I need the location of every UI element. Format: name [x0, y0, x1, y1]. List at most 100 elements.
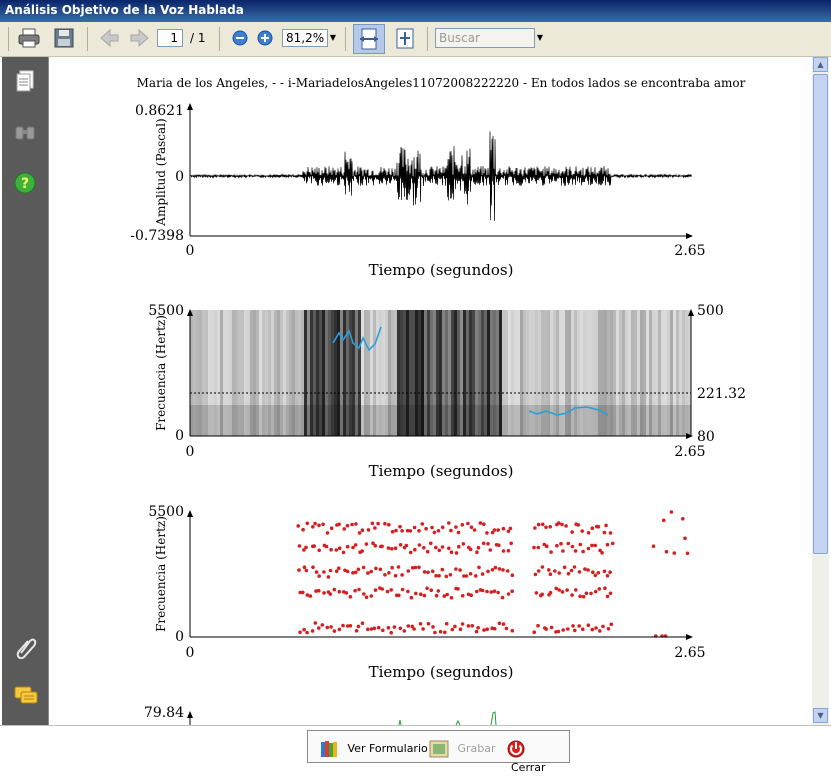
formant-point: [398, 626, 403, 631]
formant-point: [317, 548, 322, 553]
formant-point: [449, 596, 454, 600]
cerrar-button[interactable]: Cerrar: [505, 739, 569, 774]
formant-point: [576, 523, 580, 527]
y-tick-mid: 0: [175, 169, 184, 185]
formant-point: [376, 521, 380, 526]
zoom-level-input[interactable]: 81,2%: [282, 29, 328, 47]
formants-panel: 5500 0 0 2.65 Tiempo (segundos) Frecuenc…: [148, 504, 705, 681]
formant-point: [301, 590, 305, 595]
formant-point: [302, 627, 306, 632]
formant-point: [536, 522, 541, 527]
comments-button[interactable]: [13, 685, 39, 711]
formant-point: [329, 625, 333, 629]
help-icon: ?: [14, 172, 36, 194]
formant-point: [448, 573, 453, 577]
toolbar-separator: [219, 27, 220, 51]
spectrogram-image: [190, 310, 691, 436]
formant-point: [572, 565, 577, 569]
formant-point: [425, 549, 430, 554]
formant-point: [378, 567, 383, 572]
formant-point: [486, 542, 490, 546]
formant-point: [369, 594, 374, 598]
y-axis-label: Frecuencia (Hertz): [154, 516, 168, 632]
formant-point: [548, 572, 553, 576]
bottom-bar: Ver Formulario Grabar Cerrar: [0, 725, 831, 774]
y-axis-label: Frecuencia (Hertz): [154, 315, 168, 431]
formant-point: [417, 529, 421, 533]
pages-button[interactable]: [14, 69, 36, 97]
save-button[interactable]: [52, 27, 76, 49]
comments-icon: [14, 686, 38, 704]
formant-point: [321, 522, 325, 527]
formant-point: [344, 591, 349, 595]
search-input[interactable]: Buscar: [435, 28, 535, 48]
formant-point: [372, 626, 377, 631]
fit-width-button[interactable]: [353, 24, 385, 54]
grabar-button[interactable]: Grabar: [428, 739, 496, 758]
formant-point: [557, 588, 561, 592]
formant-point: [320, 623, 325, 627]
formant-point: [492, 589, 497, 593]
formant-point: [482, 628, 486, 632]
fit-page-button[interactable]: [393, 26, 417, 49]
formant-point: [431, 625, 435, 629]
search-panel-button[interactable]: [14, 121, 36, 147]
x-axis-label: Tiempo (segundos): [369, 663, 514, 681]
document-view[interactable]: Maria de los Angeles, - - i-MariadelosAn…: [48, 57, 813, 725]
formant-point: [360, 549, 365, 553]
vertical-scrollbar[interactable]: ▲ ▼: [812, 57, 829, 725]
help-button[interactable]: ?: [13, 171, 37, 199]
formant-point: [532, 545, 536, 550]
formant-point: [364, 542, 369, 546]
scroll-down-arrow[interactable]: ▼: [813, 708, 828, 723]
form-actions: Ver Formulario Grabar Cerrar: [307, 730, 570, 774]
formant-point: [417, 543, 422, 547]
print-button[interactable]: [17, 27, 41, 49]
x-axis-arrow: [686, 233, 693, 239]
formant-point: [342, 527, 347, 531]
formant-point: [549, 550, 553, 554]
svg-text:?: ?: [21, 176, 29, 192]
scroll-thumb[interactable]: [813, 74, 828, 554]
formant-point: [685, 551, 690, 556]
zoom-out-button[interactable]: [229, 27, 253, 49]
formant-point: [310, 629, 315, 633]
formant-point: [366, 627, 370, 632]
formant-point: [492, 626, 497, 631]
formant-point: [458, 568, 462, 572]
formant-point: [447, 521, 451, 525]
formant-point: [322, 570, 326, 574]
formant-point: [449, 528, 453, 533]
x-tick-min: 0: [186, 444, 195, 460]
formant-point: [328, 592, 333, 596]
scroll-up-arrow[interactable]: ▲: [813, 57, 828, 72]
formant-point: [440, 545, 445, 549]
previous-page-button[interactable]: [97, 27, 121, 49]
formant-point: [536, 623, 540, 628]
binoculars-icon: [15, 126, 35, 140]
zoom-dropdown-arrow[interactable]: ▼: [328, 29, 338, 47]
formant-point: [573, 628, 577, 633]
formant-point: [444, 574, 449, 579]
formant-point: [362, 592, 366, 596]
formant-point: [311, 525, 315, 529]
search-dropdown-arrow[interactable]: ▼: [535, 29, 545, 47]
formant-point: [422, 570, 427, 574]
attachments-button[interactable]: [14, 635, 38, 663]
ver-formulario-button[interactable]: Ver Formulario: [318, 739, 428, 757]
next-page-button[interactable]: [128, 27, 152, 49]
page-number-input[interactable]: 1: [157, 29, 183, 47]
power-icon: [507, 740, 525, 758]
y-axis-arrow: [187, 711, 193, 718]
zoom-in-button[interactable]: [254, 27, 278, 49]
intensity-contour: [398, 711, 497, 725]
formant-point: [389, 588, 394, 592]
right-tick-min: 80: [697, 429, 715, 445]
formant-point: [404, 543, 409, 548]
formant-point: [581, 594, 586, 599]
formant-point: [669, 510, 674, 514]
formant-point: [475, 550, 479, 554]
formant-point: [492, 528, 497, 532]
formant-point: [586, 623, 591, 627]
formant-point: [360, 528, 365, 532]
